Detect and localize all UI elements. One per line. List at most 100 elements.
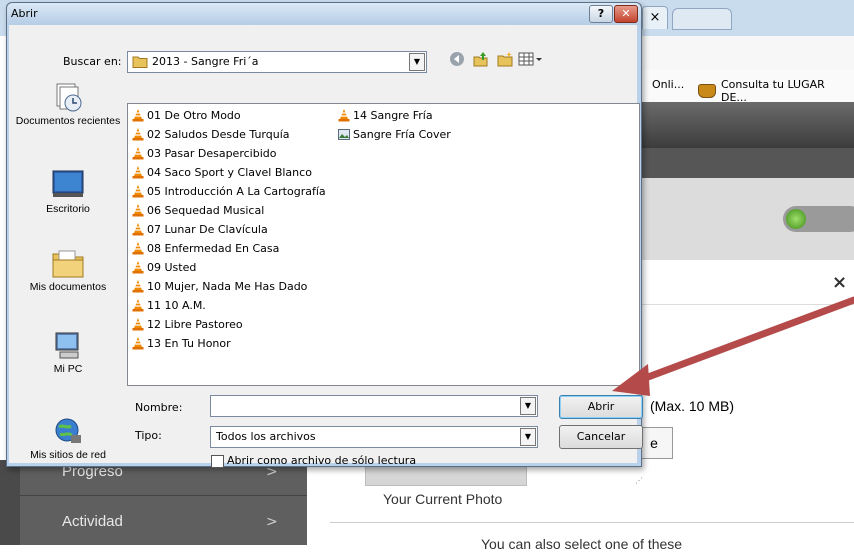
max-size-note: (Max. 10 MB)	[650, 398, 735, 414]
bookmark-onli[interactable]: Onli...	[652, 78, 684, 91]
image-file-icon	[338, 128, 350, 140]
file-name: 12 Libre Pastoreo	[147, 317, 243, 331]
dialog-titlebar: Abrir ? ✕	[7, 3, 641, 25]
readonly-checkbox[interactable]	[211, 455, 224, 468]
bookmark-consulta-label: Consulta tu LUGAR DE...	[720, 78, 825, 104]
file-item[interactable]: 06 Sequedad Musical	[132, 202, 264, 218]
lookin-dropdown[interactable]: 2013 - Sangre Fri´a ▼	[127, 51, 427, 73]
tab-close-button[interactable]: ×	[642, 6, 668, 29]
new-folder-icon[interactable]	[495, 51, 515, 71]
view-menu-icon[interactable]	[517, 51, 545, 71]
section-divider	[330, 522, 854, 523]
open-file-dialog: Abrir ? ✕ Buscar en: 2013 - Sangre Fri´a…	[6, 2, 643, 485]
file-name: 10 Mujer, Nada Me Has Dado	[147, 279, 308, 293]
vlc-icon	[132, 279, 144, 292]
open-button[interactable]: Abrir	[559, 395, 643, 419]
modal-close-icon[interactable]: ×	[832, 272, 847, 293]
vlc-icon	[132, 222, 144, 235]
filename-label: Nombre:	[135, 401, 183, 414]
chevron-down-icon[interactable]: ▼	[409, 53, 425, 71]
place-label: Mi PC	[53, 363, 83, 375]
file-name: 01 De Otro Modo	[147, 108, 241, 122]
file-name: 04 Saco Sport y Clavel Blanco	[147, 165, 312, 179]
vlc-icon	[132, 241, 144, 254]
new-tab-button[interactable]	[672, 8, 732, 30]
lookin-value: 2013 - Sangre Fri´a	[152, 55, 259, 68]
cancel-button[interactable]: Cancelar	[559, 425, 643, 449]
status-toggle[interactable]	[783, 206, 854, 232]
filetype-label: Tipo:	[135, 429, 162, 442]
filename-input[interactable]: ▼	[210, 395, 538, 417]
up-folder-icon[interactable]	[471, 51, 491, 71]
vlc-icon	[132, 127, 144, 140]
file-item[interactable]: 10 Mujer, Nada Me Has Dado	[132, 278, 307, 294]
menu-divider	[20, 495, 307, 496]
address-bar-area	[640, 36, 854, 71]
bookmarks-bar: Onli... Consulta tu LUGAR DE...	[640, 70, 854, 104]
file-item[interactable]: 14 Sangre Fría	[338, 107, 433, 123]
chevron-down-icon[interactable]: ▼	[520, 428, 536, 446]
file-item[interactable]: 02 Saludos Desde Turquía	[132, 126, 290, 142]
folder-icon	[132, 56, 148, 68]
place-label: Mis sitios de red	[30, 449, 106, 461]
vlc-icon	[132, 165, 144, 178]
place-my-documents[interactable]: Mis documentos	[13, 247, 123, 293]
file-name: 09 Usted	[147, 260, 197, 274]
help-button[interactable]: ?	[589, 5, 613, 23]
file-name: 11 10 A.M.	[147, 298, 206, 312]
file-name: 14 Sangre Fría	[353, 108, 433, 122]
file-name: 03 Pasar Desapercibido	[147, 146, 277, 160]
file-name: 02 Saludos Desde Turquía	[147, 127, 290, 141]
file-item[interactable]: Sangre Fría Cover	[338, 126, 451, 142]
filetype-value: Todos los archivos	[216, 430, 316, 443]
vlc-icon	[132, 317, 144, 330]
vlc-icon	[132, 203, 144, 216]
file-name: Sangre Fría Cover	[353, 127, 451, 141]
place-my-computer[interactable]: Mi PC	[13, 329, 123, 375]
place-label: Documentos recientes	[15, 115, 121, 127]
file-item[interactable]: 08 Enfermedad En Casa	[132, 240, 279, 256]
network-places-icon	[55, 418, 81, 443]
resize-grip-icon[interactable]: ⋰	[635, 476, 643, 485]
vlc-icon	[132, 336, 144, 349]
place-recent-documents[interactable]: Documentos recientes	[13, 81, 123, 127]
file-item[interactable]: 04 Saco Sport y Clavel Blanco	[132, 164, 312, 180]
menu-item-actividad[interactable]: Actividad	[62, 513, 123, 530]
file-item[interactable]: 01 De Otro Modo	[132, 107, 241, 123]
file-item[interactable]: 03 Pasar Desapercibido	[132, 145, 276, 161]
place-label: Escritorio	[46, 203, 90, 215]
file-item[interactable]: 05 Introducción A La Cartografía	[132, 183, 326, 199]
filetype-dropdown[interactable]: Todos los archivos ▼	[210, 426, 538, 448]
file-list[interactable]: 01 De Otro Modo 02 Saludos Desde Turquía 0…	[127, 103, 640, 386]
back-icon[interactable]	[447, 51, 467, 71]
my-computer-icon	[55, 332, 79, 359]
also-select-text: You can also select one of these	[481, 536, 683, 552]
my-documents-icon	[52, 250, 84, 278]
bookmark-consulta[interactable]: Consulta tu LUGAR DE...	[698, 78, 854, 104]
file-name: 08 Enfermedad En Casa	[147, 241, 280, 255]
modal-divider	[636, 304, 854, 305]
dialog-body: Buscar en: 2013 - Sangre Fri´a ▼ Documen…	[9, 25, 643, 485]
file-item[interactable]: 11 10 A.M.	[132, 297, 206, 313]
page-subheader-band	[640, 148, 854, 178]
file-name: 05 Introducción A La Cartografía	[147, 184, 326, 198]
place-network[interactable]: Mis sitios de red	[13, 415, 123, 461]
place-label: Mis documentos	[29, 281, 107, 293]
current-photo-caption: Your Current Photo	[383, 491, 503, 507]
toggle-knob-icon	[786, 209, 806, 229]
places-bar: Documentos recientes Escritorio Mis docu…	[13, 77, 123, 477]
file-item[interactable]: 09 Usted	[132, 259, 196, 275]
file-name: 13 En Tu Honor	[147, 336, 231, 350]
page-header-band	[640, 102, 854, 148]
place-desktop[interactable]: Escritorio	[13, 169, 123, 215]
vlc-icon	[132, 108, 144, 121]
vlc-icon	[132, 260, 144, 273]
dialog-close-button[interactable]: ✕	[614, 5, 638, 23]
chevron-down-icon[interactable]: ▼	[520, 397, 536, 415]
file-item[interactable]: 12 Libre Pastoreo	[132, 316, 243, 332]
file-item[interactable]: 07 Lunar De Clavícula	[132, 221, 268, 237]
vlc-icon	[132, 298, 144, 311]
chevron-right-icon: >	[266, 514, 278, 530]
file-item[interactable]: 13 En Tu Honor	[132, 335, 231, 351]
lookin-label: Buscar en:	[63, 55, 122, 68]
